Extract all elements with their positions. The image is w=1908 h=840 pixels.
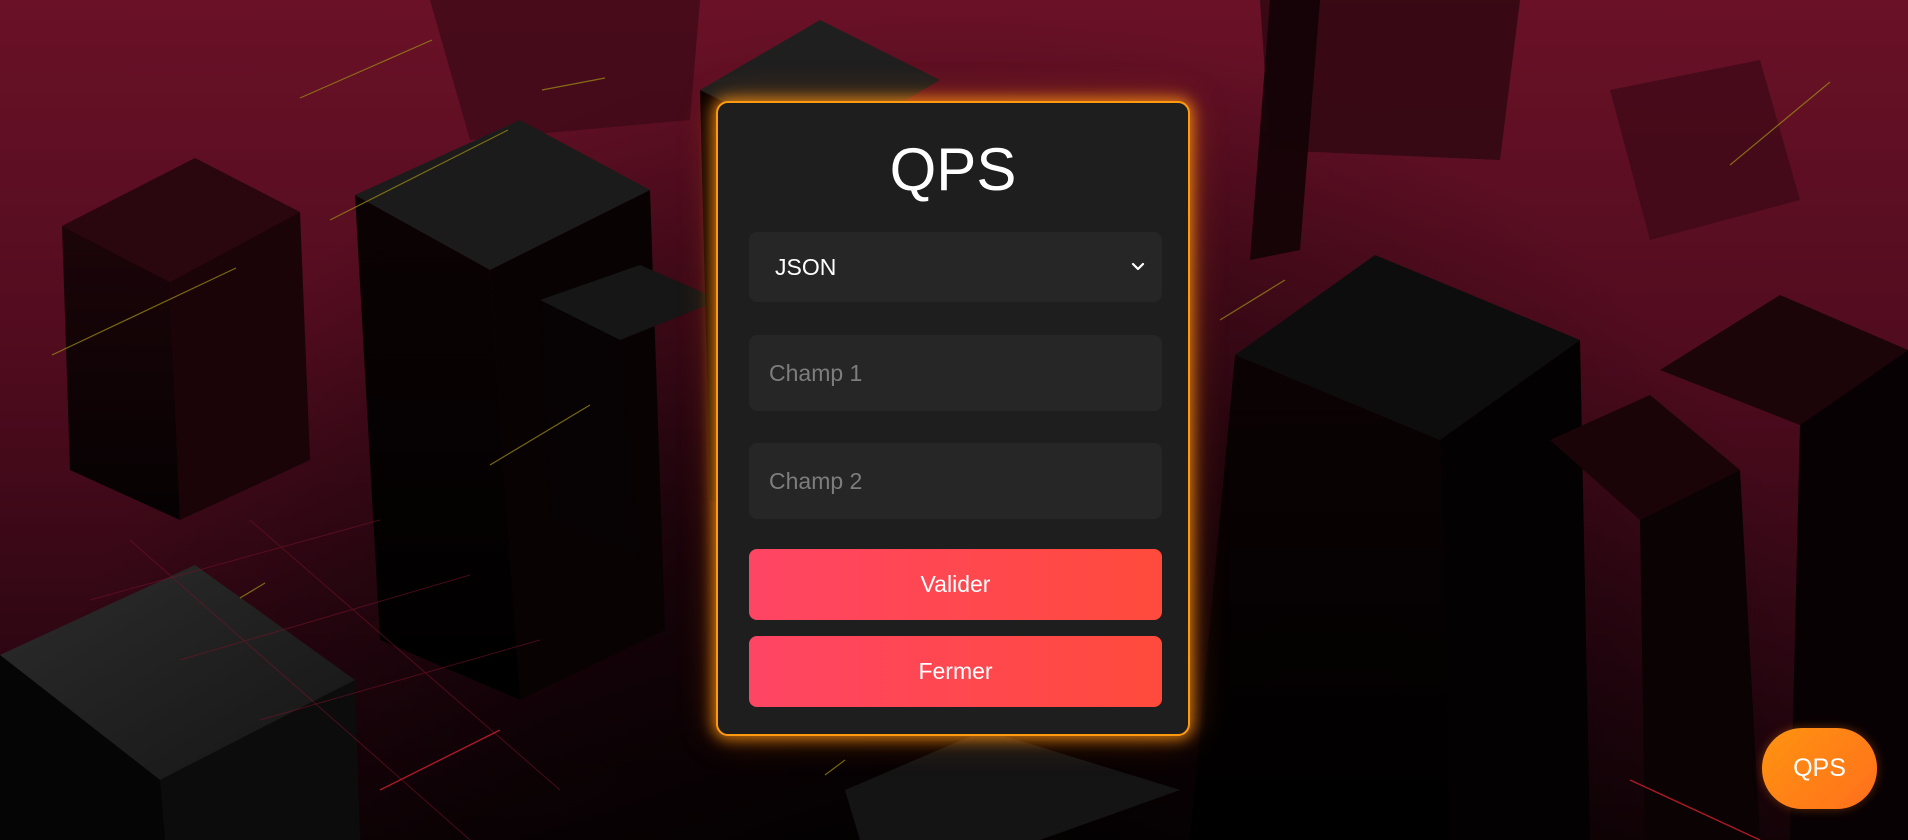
qps-floating-button[interactable]: QPS	[1762, 728, 1877, 809]
format-select[interactable]: JSON	[749, 232, 1162, 302]
validate-button[interactable]: Valider	[749, 549, 1162, 620]
close-button[interactable]: Fermer	[749, 636, 1162, 707]
modal-title: QPS	[889, 136, 1017, 203]
field-2-input[interactable]	[749, 443, 1162, 519]
qps-modal: QPS JSON Valider Fermer	[716, 101, 1190, 736]
app-screen: QPS JSON Valider Fermer QPS	[0, 0, 1908, 840]
chevron-down-icon	[1131, 262, 1145, 271]
field-1-input[interactable]	[749, 335, 1162, 411]
format-select-value: JSON	[775, 253, 837, 280]
